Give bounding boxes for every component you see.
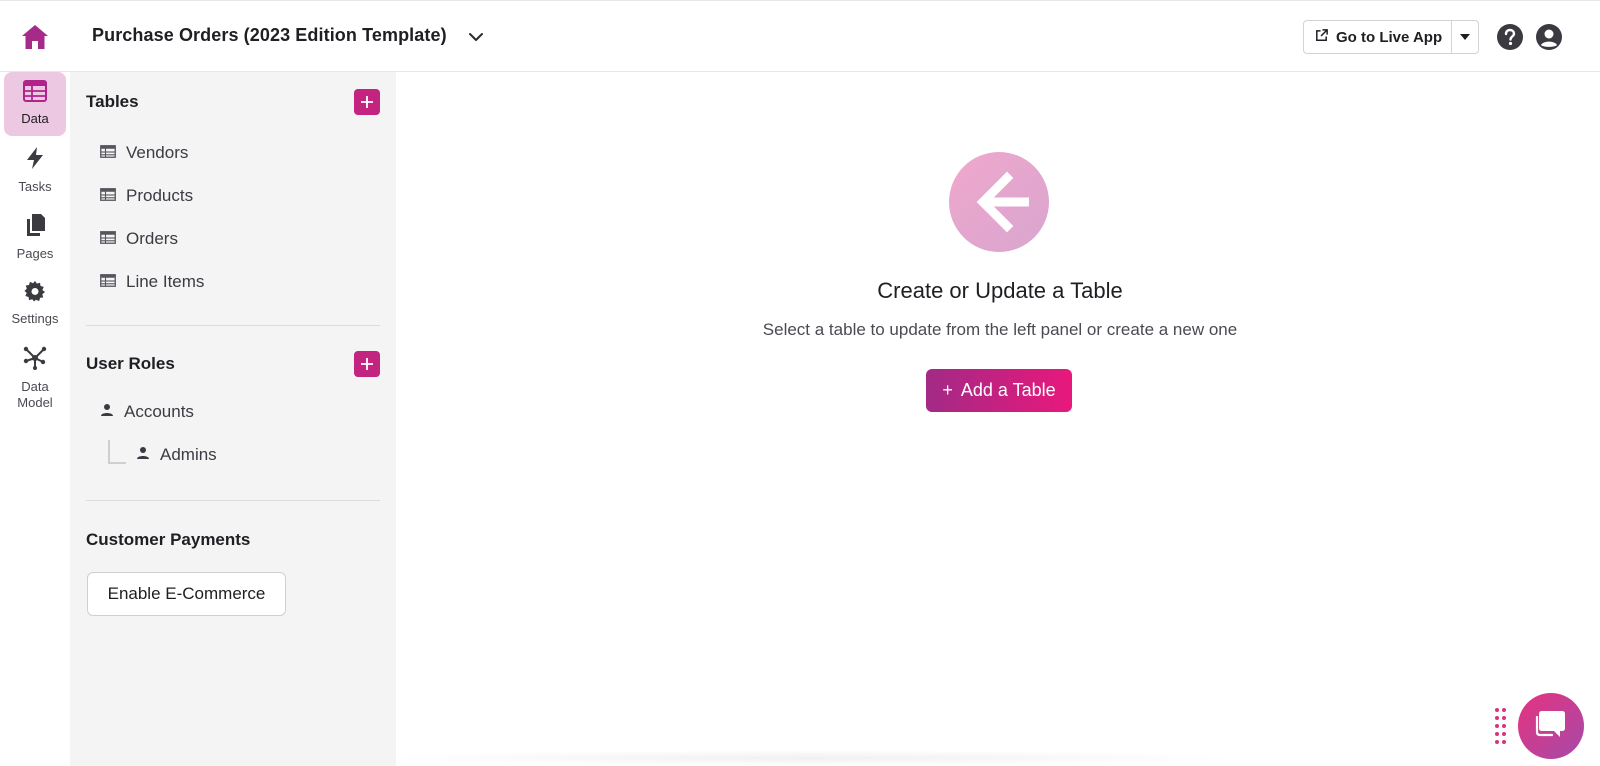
side-panel: Tables Vendors Products Orders Line Item… <box>70 72 396 766</box>
rail-item-label: Data Model <box>17 379 53 410</box>
rail-item-data-model[interactable]: Data Model <box>4 338 66 418</box>
table-item-label: Products <box>126 186 194 205</box>
enable-ecommerce-button[interactable]: Enable E-Commerce <box>87 572 286 616</box>
top-header: Purchase Orders (2023 Edition Template) … <box>0 0 1600 72</box>
role-item-accounts[interactable]: Accounts <box>100 398 194 426</box>
table-icon <box>100 272 116 292</box>
table-item-label: Orders <box>126 229 178 248</box>
user-roles-title: User Roles <box>86 354 175 373</box>
table-item-line-items[interactable]: Line Items <box>100 268 204 296</box>
rail-item-data[interactable]: Data <box>4 72 66 136</box>
rail-item-pages[interactable]: Pages <box>4 205 66 269</box>
table-item-label: Line Items <box>126 272 205 291</box>
rail-item-settings[interactable]: Settings <box>4 272 66 336</box>
user-circle-icon[interactable] <box>1535 23 1563 51</box>
external-link-icon <box>1314 28 1329 47</box>
divider <box>86 325 380 326</box>
rail-item-label: Pages <box>16 246 54 261</box>
app-title: Purchase Orders (2023 Edition Template) <box>92 25 447 45</box>
plus-icon <box>361 358 373 370</box>
divider <box>86 500 380 501</box>
rail-item-label: Settings <box>11 311 59 326</box>
rail-item-tasks[interactable]: Tasks <box>4 138 66 202</box>
role-item-admins[interactable]: Admins <box>136 441 217 469</box>
table-item-orders[interactable]: Orders <box>100 225 178 253</box>
live-app-dropdown-button[interactable] <box>1451 20 1479 54</box>
add-table-plus-button[interactable] <box>354 89 380 115</box>
home-icon[interactable] <box>20 23 50 51</box>
rail-item-label: Data <box>21 111 49 126</box>
go-to-live-app-label: Go to Live App <box>1336 28 1443 46</box>
add-user-role-plus-button[interactable] <box>354 351 380 377</box>
tree-connector <box>108 440 126 464</box>
person-icon <box>136 445 150 465</box>
arrow-left-icon <box>949 152 1049 252</box>
caret-down-icon <box>1459 28 1471 46</box>
bottom-shadow <box>370 750 1250 766</box>
pages-icon <box>24 213 46 242</box>
rail-item-label: Tasks <box>18 179 52 194</box>
person-icon <box>100 402 114 422</box>
nav-rail: Data Tasks Pages Settings Data Model <box>0 72 70 766</box>
table-icon <box>23 80 47 107</box>
chevron-down-icon[interactable] <box>466 27 486 47</box>
table-icon <box>100 143 116 163</box>
chat-icon <box>1534 708 1568 745</box>
table-icon <box>100 229 116 249</box>
table-icon <box>100 186 116 206</box>
tables-section-header: Tables <box>86 86 380 118</box>
data-model-icon <box>23 346 47 375</box>
chat-button[interactable] <box>1518 693 1584 759</box>
add-table-label: Add a Table <box>960 380 1056 400</box>
table-item-label: Vendors <box>126 143 189 162</box>
customer-payments-section-header: Customer Payments <box>86 524 380 556</box>
empty-state-subtitle: Select a table to update from the left p… <box>762 320 1238 339</box>
gear-icon <box>24 280 46 307</box>
role-item-label: Admins <box>160 445 217 464</box>
help-icon[interactable] <box>1496 23 1524 51</box>
empty-state-title: Create or Update a Table <box>877 278 1123 303</box>
add-table-button[interactable]: + Add a Table <box>926 369 1072 412</box>
role-item-label: Accounts <box>124 402 194 421</box>
lightning-icon <box>24 146 46 175</box>
table-item-vendors[interactable]: Vendors <box>100 139 188 167</box>
customer-payments-title: Customer Payments <box>86 530 251 549</box>
drag-handle-icon[interactable] <box>1494 707 1508 745</box>
user-roles-section-header: User Roles <box>86 348 380 380</box>
table-item-products[interactable]: Products <box>100 182 193 210</box>
go-to-live-app-button[interactable]: Go to Live App <box>1303 20 1451 54</box>
plus-icon: + <box>942 380 953 400</box>
tables-title: Tables <box>86 92 139 111</box>
plus-icon <box>361 96 373 108</box>
